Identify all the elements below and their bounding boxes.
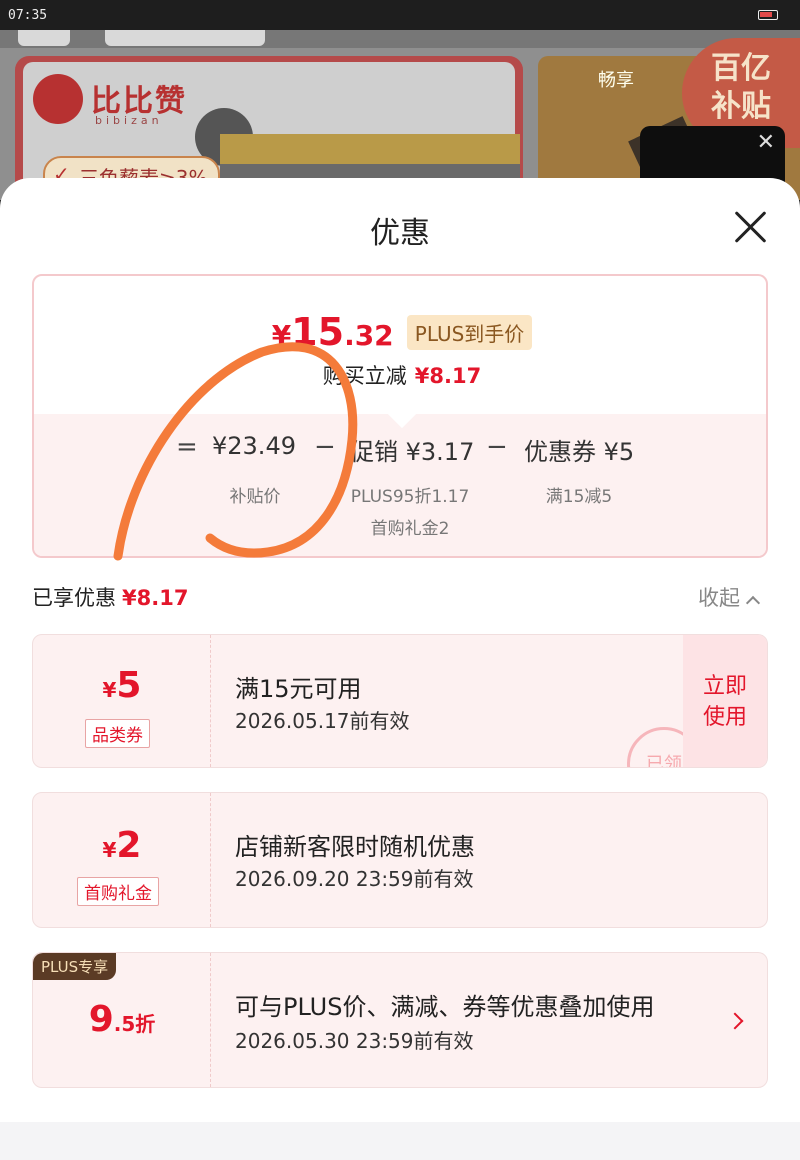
sheet-title: 优惠 xyxy=(370,216,430,251)
coupon-type-badge: 首购礼金 xyxy=(77,877,159,906)
minus-sign: − xyxy=(314,432,336,462)
base-price: ¥23.49 xyxy=(212,432,296,460)
final-price-row: ¥15.32 PLUS到手价 xyxy=(34,310,766,354)
coupon-card: ¥5 品类券 满15元可用 2026.05.17前有效 已领 立即 使用 xyxy=(32,634,768,768)
coupon-value: ¥5 xyxy=(102,665,142,706)
coupon-expiry: 2026.09.20 23:59前有效 xyxy=(235,867,474,891)
background-app: 比比赞 bibizan 三色藜麦≥3% 畅享 百亿 补贴 ✕ xyxy=(0,30,800,200)
promo-amount: 促销 ¥3.17 xyxy=(350,438,475,466)
banner2-text: 畅享 xyxy=(598,70,634,91)
applied-amount: ¥8.17 xyxy=(122,586,189,610)
status-bar: 07:35 xyxy=(0,0,800,30)
price-summary-card: ¥15.32 PLUS到手价 购买立减 ¥8.17 = ¥23.49 补贴价 − … xyxy=(32,274,768,558)
coupon-expiry: 2026.05.30 23:59前有效 xyxy=(235,1029,474,1053)
status-time: 07:35 xyxy=(8,8,48,23)
promo-sub-2: 首购礼金2 xyxy=(370,519,450,539)
coupon-sub: 满15减5 xyxy=(545,487,613,507)
minus-sign: − xyxy=(486,432,508,462)
plus-discount-value: 9.5折 xyxy=(88,999,156,1040)
use-now-button[interactable]: 立即 使用 xyxy=(683,635,767,767)
battery-icon xyxy=(758,10,778,20)
reduce-label: 购买立减 xyxy=(322,364,407,388)
use-now-line2: 使用 xyxy=(702,705,747,730)
subsidy-line1: 百亿 xyxy=(711,51,771,86)
brand-logo-icon xyxy=(33,74,83,124)
discount-sheet: 优惠 ¥15.32 PLUS到手价 购买立减 ¥8.17 = ¥23.49 补贴价… xyxy=(0,178,800,1160)
collapse-button[interactable]: 收起 xyxy=(698,582,761,612)
plus-price-tag: PLUS到手价 xyxy=(406,314,533,350)
plus-exclusive-badge: PLUS专享 xyxy=(33,953,117,980)
coupon-card: ¥2 首购礼金 店铺新客限时随机优惠 2026.09.20 23:59前有效 xyxy=(32,792,768,928)
bottom-strip xyxy=(0,1122,800,1160)
reduce-amount: ¥8.17 xyxy=(414,364,482,388)
coupon-title: 满15元可用 xyxy=(235,675,362,703)
coupon-value: ¥2 xyxy=(102,825,142,866)
coupon-title: 可与PLUS价、满减、券等优惠叠加使用 xyxy=(235,993,655,1021)
collapse-label: 收起 xyxy=(698,586,740,610)
brand-sub: bibizan xyxy=(95,114,163,127)
background-tab xyxy=(105,30,265,46)
plus-discount-card[interactable]: PLUS专享 9.5折 可与PLUS价、满减、券等优惠叠加使用 2026.05.… xyxy=(32,952,768,1088)
reduce-row: 购买立减 ¥8.17 xyxy=(34,360,766,390)
close-icon[interactable]: ✕ xyxy=(757,130,775,155)
chevron-up-icon xyxy=(745,595,761,611)
chevron-right-icon[interactable] xyxy=(726,1012,744,1030)
promo-sub-1: PLUS95折1.17 xyxy=(350,487,470,507)
equals-sign: = xyxy=(176,432,198,462)
use-now-line1: 立即 xyxy=(702,674,747,699)
final-price: ¥15.32 xyxy=(271,310,394,354)
applied-label: 已享优惠 xyxy=(32,586,116,610)
applied-discount: 已享优惠 ¥8.17 xyxy=(32,582,188,612)
coupon-title: 店铺新客限时随机优惠 xyxy=(235,833,475,861)
coupon-amount: 优惠券 ¥5 xyxy=(524,438,635,466)
coupon-type-badge: 品类券 xyxy=(85,719,150,748)
close-button[interactable] xyxy=(730,206,772,248)
coupon-expiry: 2026.05.17前有效 xyxy=(235,709,410,733)
subsidy-line2: 补贴 xyxy=(711,89,771,124)
background-tab xyxy=(18,30,70,46)
base-label: 补贴价 xyxy=(229,487,281,507)
